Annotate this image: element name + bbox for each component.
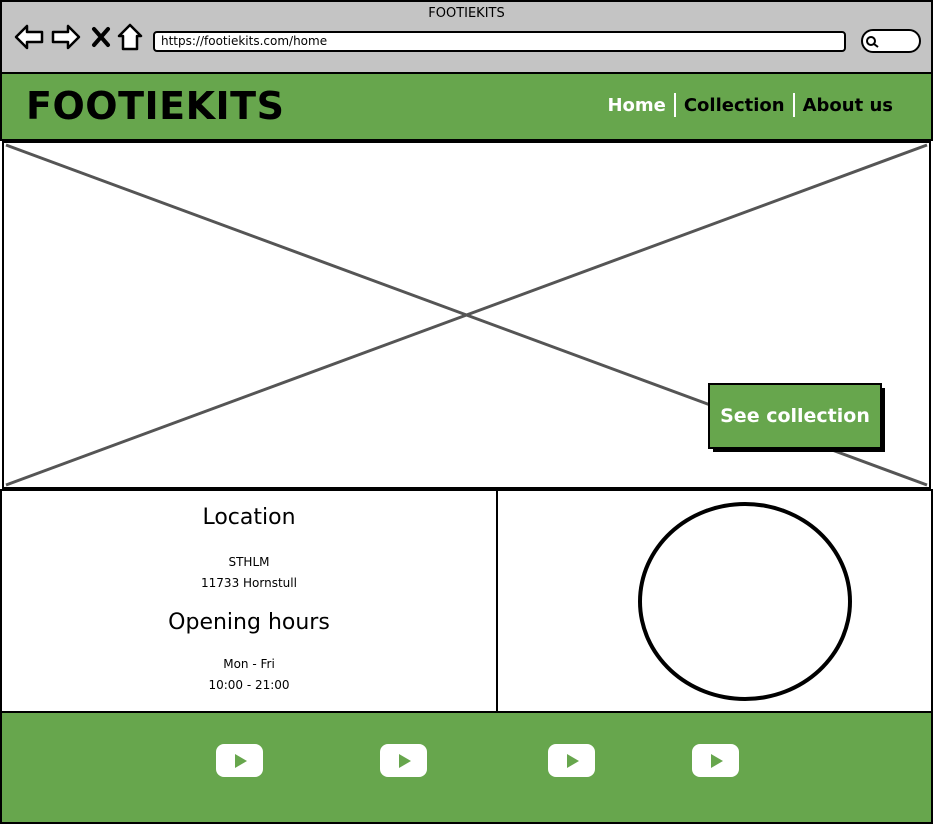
home-button[interactable] [115, 22, 145, 52]
youtube-link-4[interactable] [692, 744, 739, 777]
site-footer [0, 711, 933, 824]
nav-about-link[interactable]: About us [795, 95, 901, 116]
close-icon [92, 27, 110, 47]
youtube-link-2[interactable] [380, 744, 427, 777]
home-icon [117, 23, 143, 51]
youtube-icon [566, 753, 579, 768]
main-nav: Home Collection About us [599, 93, 901, 117]
browser-search-field[interactable] [861, 29, 921, 53]
back-button[interactable] [14, 22, 44, 52]
see-collection-button[interactable]: See collection [708, 383, 882, 449]
forward-button[interactable] [51, 22, 81, 52]
address-text: https://footiekits.com/home [161, 34, 328, 48]
search-icon [866, 36, 879, 48]
opening-days: Mon - Fri [223, 657, 275, 671]
arrow-right-icon [51, 24, 81, 50]
site-logo[interactable]: FOOTIEKITS [26, 84, 284, 128]
nav-home-link[interactable]: Home [599, 95, 673, 116]
stop-button[interactable] [86, 22, 116, 52]
location-heading: Location [202, 505, 296, 530]
arrow-left-icon [14, 24, 44, 50]
youtube-icon [234, 753, 247, 768]
opening-hours-heading: Opening hours [168, 610, 330, 635]
nav-collection-link[interactable]: Collection [676, 95, 793, 116]
youtube-icon [710, 753, 723, 768]
window-title: FOOTIEKITS [428, 6, 505, 21]
youtube-icon [398, 753, 411, 768]
location-city: STHLM [228, 555, 270, 569]
address-bar[interactable]: https://footiekits.com/home [153, 31, 846, 52]
map-placeholder[interactable] [638, 502, 852, 701]
opening-times: 10:00 - 21:00 [208, 678, 290, 692]
youtube-link-3[interactable] [548, 744, 595, 777]
location-address: 11733 Hornstull [201, 576, 297, 590]
youtube-link-1[interactable] [216, 744, 263, 777]
